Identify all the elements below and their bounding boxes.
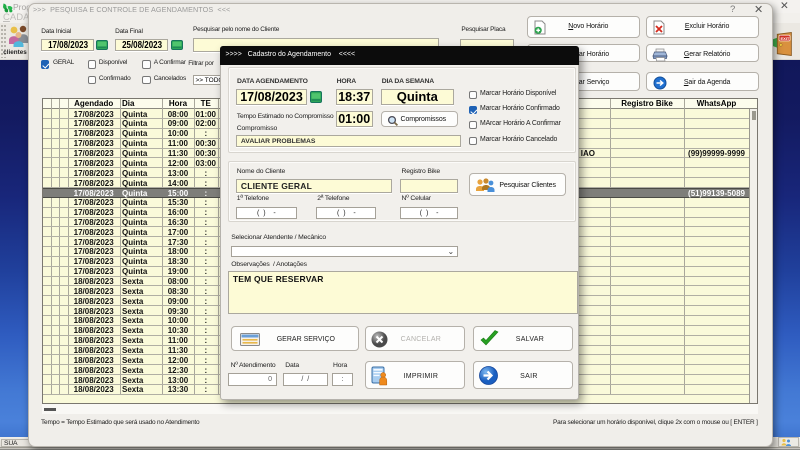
svg-text:EXIT: EXIT [780,36,789,41]
